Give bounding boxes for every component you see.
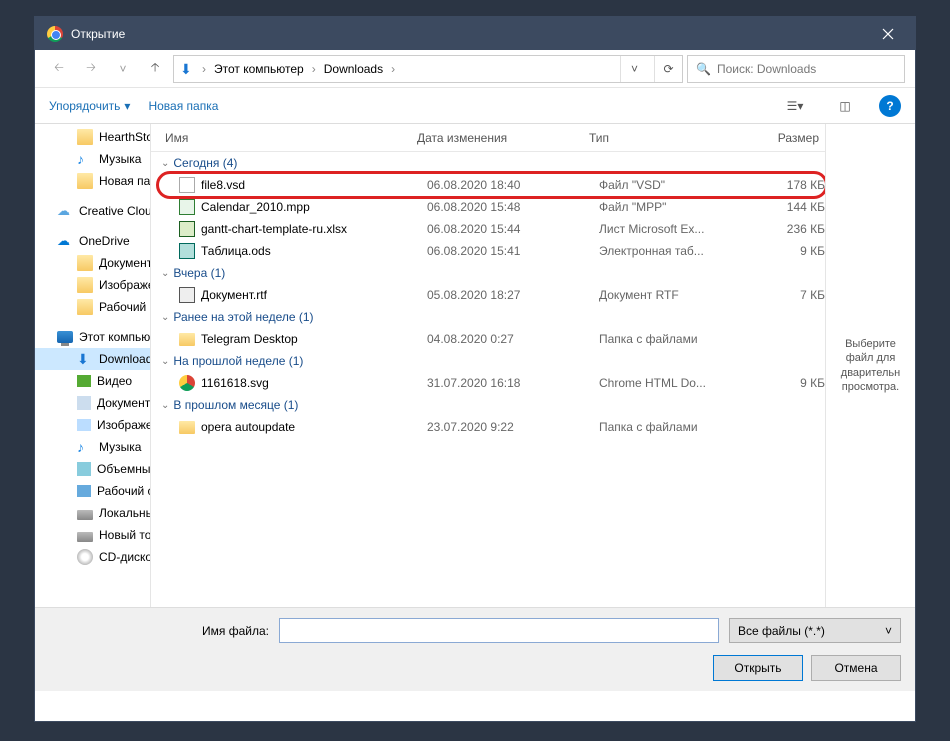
tree-item[interactable]: Документы	[35, 392, 150, 414]
close-button[interactable]	[865, 17, 910, 50]
filetype-filter[interactable]: Все файлы (*.*)˅	[729, 618, 901, 643]
toolbar: Упорядочить▾ Новая папка ☰▾ ◫ ?	[35, 88, 915, 124]
crumb-separator: ›	[202, 62, 206, 76]
chrome-icon	[47, 26, 63, 42]
window-title: Открытие	[71, 27, 865, 41]
header-type[interactable]: Тип	[589, 131, 737, 145]
tree-item[interactable]: Рабочий стол	[35, 480, 150, 502]
folder-tree: HearthStone He♪МузыкаНовая папка☁Creativ…	[35, 124, 151, 607]
chevron-down-icon: ▾	[124, 99, 130, 113]
column-headers: Имя Дата изменения Тип Размер	[151, 124, 825, 152]
tree-item[interactable]: Новый том (D:)	[35, 524, 150, 546]
tree-item[interactable]: ☁OneDrive	[35, 230, 150, 252]
up-button[interactable]: 🡡	[141, 55, 169, 83]
search-input[interactable]: 🔍 Поиск: Downloads	[687, 55, 905, 83]
back-button[interactable]: 🡠	[45, 55, 73, 83]
refresh-button[interactable]: ⟳	[654, 56, 682, 82]
header-size[interactable]: Размер	[737, 131, 819, 145]
titlebar: Открытие	[35, 17, 915, 50]
nav-row: 🡠 🡢 ˅ 🡡 ⬇ › Этот компьютер › Downloads ›…	[35, 50, 915, 88]
open-button[interactable]: Открыть	[713, 655, 803, 681]
filename-input[interactable]	[279, 618, 719, 643]
tree-item[interactable]: Видео	[35, 370, 150, 392]
file-row[interactable]: 1161618.svg31.07.2020 16:18Chrome HTML D…	[159, 372, 825, 394]
group-header[interactable]: ⌄На прошлой неделе (1)	[159, 350, 825, 372]
tree-item[interactable]: Рабочий стол	[35, 296, 150, 318]
tree-item[interactable]: ⬇Downloads	[35, 348, 150, 370]
group-header[interactable]: ⌄Сегодня (4)	[159, 152, 825, 174]
tree-item[interactable]: Документы	[35, 252, 150, 274]
tree-item[interactable]: CD-дисковод (F	[35, 546, 150, 568]
group-header[interactable]: ⌄Ранее на этой неделе (1)	[159, 306, 825, 328]
tree-item[interactable]: Новая папка	[35, 170, 150, 192]
header-name[interactable]: Имя	[165, 131, 417, 145]
file-row[interactable]: Calendar_2010.mpp06.08.2020 15:48Файл "M…	[159, 196, 825, 218]
tree-item[interactable]: ☁Creative Cloud Fil	[35, 200, 150, 222]
help-button[interactable]: ?	[879, 95, 901, 117]
file-row[interactable]: gantt-chart-template-ru.xlsx06.08.2020 1…	[159, 218, 825, 240]
footer: Имя файла: Все файлы (*.*)˅ Открыть Отме…	[35, 607, 915, 691]
group-header[interactable]: ⌄Вчера (1)	[159, 262, 825, 284]
search-placeholder: Поиск: Downloads	[717, 62, 816, 76]
cancel-button[interactable]: Отмена	[811, 655, 901, 681]
preview-pane-button[interactable]: ◫	[829, 93, 861, 119]
tree-item[interactable]: HearthStone He	[35, 126, 150, 148]
organize-button[interactable]: Упорядочить▾	[49, 99, 130, 113]
download-icon: ⬇	[180, 61, 196, 77]
view-mode-button[interactable]: ☰▾	[779, 93, 811, 119]
new-folder-button[interactable]: Новая папка	[148, 99, 218, 113]
file-list-area: Имя Дата изменения Тип Размер ⌄Сегодня (…	[151, 124, 915, 607]
file-row[interactable]: file8.vsd06.08.2020 18:40Файл "VSD"178 К…	[159, 174, 825, 196]
address-dropdown[interactable]: ˅	[620, 56, 648, 82]
preview-pane: Выберите файл для дварительн просмотра.	[825, 124, 915, 607]
tree-item[interactable]: Изображения	[35, 414, 150, 436]
breadcrumb[interactable]: Этот компьютер	[212, 62, 306, 76]
recent-dropdown[interactable]: ˅	[109, 55, 137, 83]
file-row[interactable]: opera autoupdate23.07.2020 9:22Папка с ф…	[159, 416, 825, 438]
tree-item[interactable]: ♪Музыка	[35, 436, 150, 458]
tree-item[interactable]: ♪Музыка	[35, 148, 150, 170]
tree-item[interactable]: Изображения	[35, 274, 150, 296]
forward-button[interactable]: 🡢	[77, 55, 105, 83]
address-bar[interactable]: ⬇ › Этот компьютер › Downloads › ˅ ⟳	[173, 55, 683, 83]
file-row[interactable]: Telegram Desktop04.08.2020 0:27Папка с ф…	[159, 328, 825, 350]
crumb-separator: ›	[391, 62, 395, 76]
crumb-separator: ›	[312, 62, 316, 76]
header-date[interactable]: Дата изменения	[417, 131, 589, 145]
breadcrumb[interactable]: Downloads	[322, 62, 385, 76]
chevron-down-icon: ˅	[885, 624, 892, 638]
filename-label: Имя файла:	[49, 624, 269, 638]
file-row[interactable]: Документ.rtf05.08.2020 18:27Документ RTF…	[159, 284, 825, 306]
search-icon: 🔍	[696, 62, 711, 76]
tree-item[interactable]: Объемные объ	[35, 458, 150, 480]
group-header[interactable]: ⌄В прошлом месяце (1)	[159, 394, 825, 416]
file-row[interactable]: Таблица.ods06.08.2020 15:41Электронная т…	[159, 240, 825, 262]
tree-item[interactable]: Локальный дис	[35, 502, 150, 524]
tree-item[interactable]: Этот компьютер	[35, 326, 150, 348]
